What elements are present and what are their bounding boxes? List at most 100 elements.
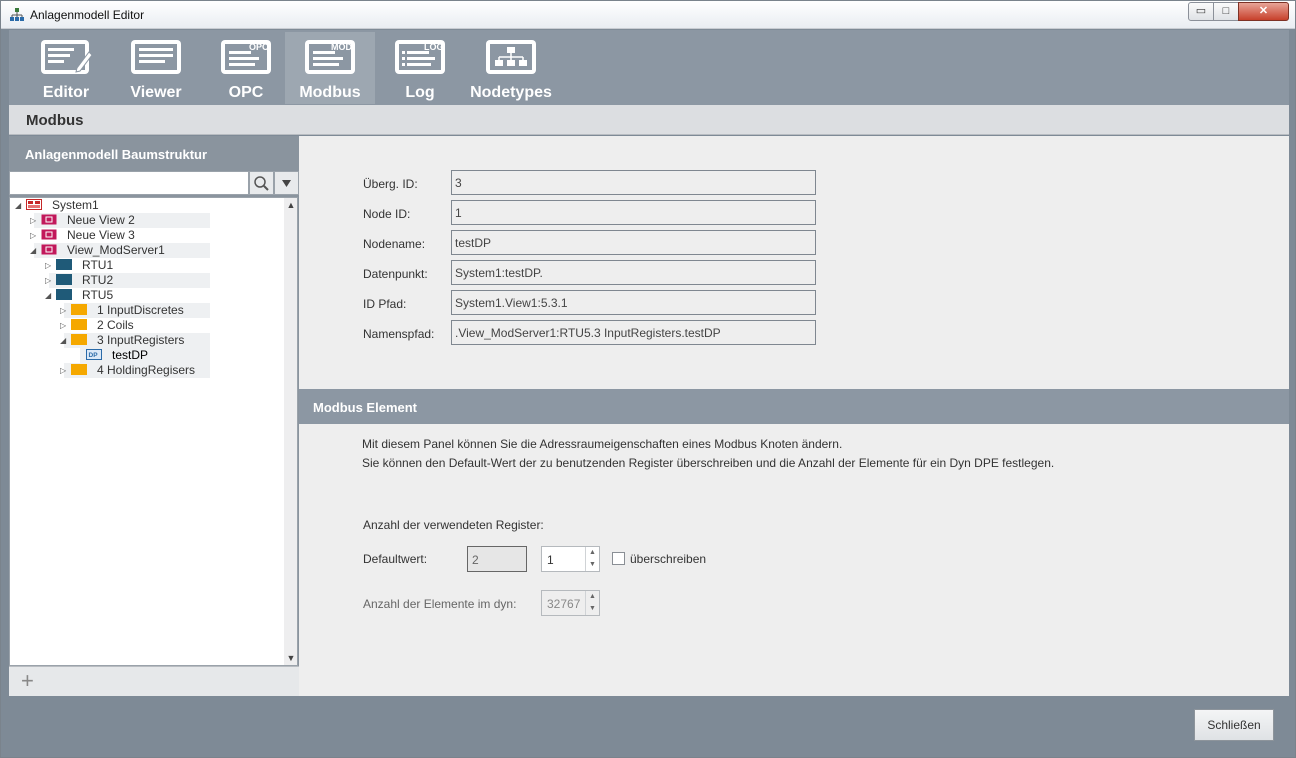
close-window-button[interactable]: ✕ [1238, 2, 1289, 21]
plus-icon: + [21, 668, 34, 693]
id-path-field[interactable]: System1.View1:5.3.1 [451, 290, 816, 315]
viewer-icon [131, 40, 181, 74]
tree-node-input-registers[interactable]: ◢ 3 InputRegisters [10, 333, 280, 348]
tree-node-label: Neue View 2 [67, 213, 135, 227]
collapsed-arrow-icon[interactable]: ▷ [60, 322, 68, 330]
name-path-field[interactable]: .View_ModServer1:RTU5.3 InputRegisters.t… [451, 320, 816, 345]
app-tree-icon [10, 8, 24, 21]
tree-node-holding-registers[interactable]: ▷ 4 HoldingRegisers [10, 363, 280, 378]
tool-editor[interactable]: Editor [21, 32, 111, 104]
stepper-down-icon[interactable]: ▼ [586, 603, 599, 615]
modbus-description-line2: Sie können den Default-Wert der zu benut… [362, 456, 1055, 470]
collapsed-arrow-icon[interactable]: ▷ [45, 277, 53, 285]
collapsed-arrow-icon[interactable]: ▷ [60, 367, 68, 375]
search-icon [254, 176, 269, 191]
override-register-stepper[interactable]: 1 ▲ ▼ [541, 546, 600, 572]
stepper-up-icon[interactable]: ▲ [586, 591, 599, 603]
override-register-value: 1 [547, 553, 554, 567]
tool-opc[interactable]: OPC OPC [201, 32, 291, 104]
filter-dropdown-button[interactable] [274, 171, 299, 195]
rtu-icon [56, 274, 72, 285]
tree-node-neue-view-2[interactable]: ▷ Neue View 2 [10, 213, 280, 228]
tree-node-rtu1[interactable]: ▷ RTU1 [10, 258, 280, 273]
node-id-field[interactable]: 1 [451, 200, 816, 225]
view-icon [41, 244, 57, 255]
rtu-icon [56, 259, 72, 270]
parent-id-field[interactable]: 3 [451, 170, 816, 195]
tool-label: OPC [228, 84, 264, 101]
nodetypes-icon [486, 40, 536, 74]
collapsed-arrow-icon[interactable]: ▷ [30, 217, 38, 225]
expanded-arrow-icon[interactable]: ◢ [45, 292, 53, 300]
expanded-arrow-icon[interactable]: ◢ [60, 337, 68, 345]
nodename-label: Nodename: [363, 237, 426, 251]
maximize-button[interactable]: □ [1213, 2, 1239, 21]
scroll-down-icon[interactable]: ▼ [286, 653, 296, 663]
datapoint-label: Datenpunkt: [363, 267, 428, 281]
modbus-badge-text: MOD [331, 42, 352, 52]
stepper-arrows[interactable]: ▲ ▼ [585, 547, 599, 571]
opc-icon: OPC [221, 40, 271, 74]
tree-node-testdp[interactable]: DP testDP [10, 348, 280, 363]
tree-node-label: testDP [112, 348, 149, 362]
tree-node-rtu2[interactable]: ▷ RTU2 [10, 273, 280, 288]
tree-node-label: RTU2 [82, 273, 114, 287]
tree-node-input-discretes[interactable]: ▷ 1 InputDiscretes [10, 303, 280, 318]
tree-panel: Anlagenmodell Baumstruktur ◢ System1 ▷ N… [9, 136, 299, 696]
chevron-down-icon [282, 180, 291, 187]
override-checkbox[interactable] [612, 552, 625, 565]
tree-node-neue-view-3[interactable]: ▷ Neue View 3 [10, 228, 280, 243]
collapsed-arrow-icon[interactable]: ▷ [45, 262, 53, 270]
name-path-label: Namenspfad: [363, 327, 435, 341]
tree-scrollbar[interactable]: ▲ ▼ [284, 198, 297, 665]
tree-node-label: View_ModServer1 [67, 243, 165, 257]
tool-log[interactable]: LOG Log [375, 32, 465, 104]
modbus-icon: MOD [305, 40, 355, 74]
stepper-down-icon[interactable]: ▼ [586, 559, 599, 571]
close-button[interactable]: Schließen [1194, 709, 1274, 741]
stepper-arrows[interactable]: ▲ ▼ [585, 591, 599, 615]
scroll-up-icon[interactable]: ▲ [286, 200, 296, 210]
minimize-button[interactable]: ▭ [1188, 2, 1214, 21]
main-toolbar: Editor Viewer OPC OPC MOD Modbus LOG Log… [9, 30, 1289, 105]
tree-panel-title: Anlagenmodell Baumstruktur [25, 147, 208, 162]
tree-node-label: 1 InputDiscretes [97, 303, 184, 317]
system-icon [26, 199, 42, 210]
default-value-field: 2 [467, 546, 527, 572]
id-path-label: ID Pfad: [363, 297, 407, 311]
log-icon: LOG [395, 40, 445, 74]
node-id-label: Node ID: [363, 207, 411, 221]
search-button[interactable] [249, 171, 274, 195]
close-icon: ✕ [1258, 5, 1269, 17]
opc-badge-text: OPC [249, 42, 269, 52]
dyn-elements-stepper[interactable]: 32767 ▲ ▼ [541, 590, 600, 616]
modbus-element-title: Modbus Element [313, 400, 418, 415]
tree-node-view-modserver1[interactable]: ◢ View_ModServer1 [10, 243, 280, 258]
dyn-elements-value: 32767 [547, 597, 581, 611]
tool-nodetypes[interactable]: Nodetypes [465, 32, 557, 104]
nodename-field[interactable]: testDP [451, 230, 816, 255]
title-bar: Anlagenmodell Editor ▭ □ ✕ [1, 1, 1295, 29]
collapsed-arrow-icon[interactable]: ▷ [60, 307, 68, 315]
tree-node-system1[interactable]: ◢ System1 [10, 198, 280, 213]
datapoint-field[interactable]: System1:testDP. [451, 260, 816, 285]
tree-node-label: System1 [52, 198, 99, 212]
app-window: Anlagenmodell Editor ▭ □ ✕ Editor Viewer [0, 0, 1296, 758]
collapsed-arrow-icon[interactable]: ▷ [30, 232, 38, 240]
tool-modbus[interactable]: MOD Modbus [285, 32, 375, 104]
tool-label: Modbus [299, 84, 361, 101]
view-icon [41, 214, 57, 225]
tree-search-input[interactable] [9, 171, 249, 195]
tree-node-coils[interactable]: ▷ 2 Coils [10, 318, 280, 333]
section-header: Modbus [9, 105, 1289, 135]
expanded-arrow-icon[interactable]: ◢ [30, 247, 38, 255]
tree-node-rtu5[interactable]: ◢ RTU5 [10, 288, 280, 303]
window-title: Anlagenmodell Editor [30, 8, 145, 22]
footer-bar: Schließen [9, 696, 1289, 753]
datapoint-icon: DP [86, 349, 102, 360]
tool-viewer[interactable]: Viewer [111, 32, 201, 104]
tool-label: Viewer [130, 84, 182, 101]
stepper-up-icon[interactable]: ▲ [586, 547, 599, 559]
add-node-button[interactable]: + [21, 670, 34, 692]
expanded-arrow-icon[interactable]: ◢ [15, 202, 23, 210]
